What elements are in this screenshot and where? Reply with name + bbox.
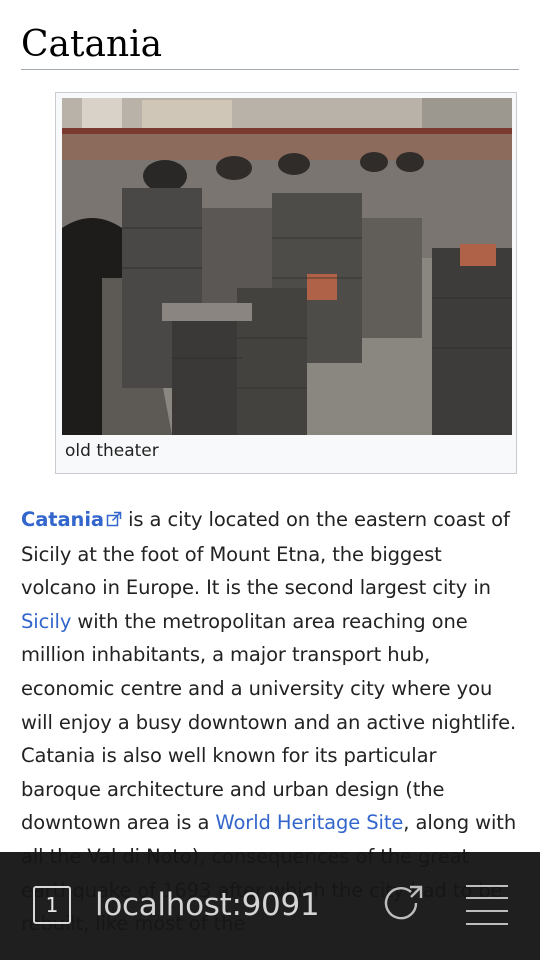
address-bar[interactable]: localhost:9091 xyxy=(95,884,320,926)
external-link-icon xyxy=(106,504,122,538)
tab-switcher-button[interactable]: 1 xyxy=(33,886,71,924)
page-title: Catania xyxy=(21,24,163,65)
article-page: Catania old theater Catania is a city lo… xyxy=(0,0,540,960)
image-caption: old theater xyxy=(65,441,159,461)
catania-external-link[interactable]: Catania xyxy=(21,508,104,531)
browser-toolbar: 1 localhost:9091 xyxy=(0,852,540,960)
paragraph-text: with the metropolitan area reaching one … xyxy=(21,609,517,835)
hamburger-menu-icon[interactable] xyxy=(465,884,509,928)
title-divider xyxy=(21,69,519,70)
image-figure: old theater xyxy=(55,92,517,474)
reload-icon[interactable] xyxy=(380,882,426,928)
world-heritage-site-link[interactable]: World Heritage Site xyxy=(215,811,403,834)
old-theater-image[interactable] xyxy=(62,98,512,435)
sicily-link[interactable]: Sicily xyxy=(21,610,71,633)
